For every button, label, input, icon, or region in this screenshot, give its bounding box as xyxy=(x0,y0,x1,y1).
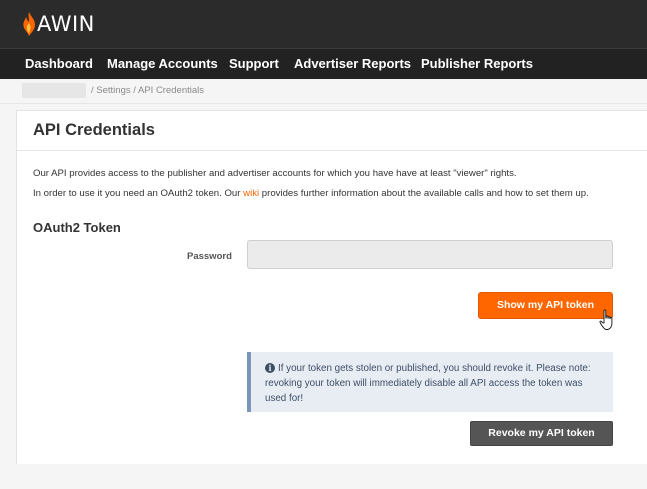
intro-text: Our API provides access to the publisher… xyxy=(33,168,517,179)
usage-text: In order to use it you need an OAuth2 to… xyxy=(33,188,589,199)
revoke-api-token-button[interactable]: Revoke my API token xyxy=(470,421,613,446)
main-nav: Dashboard Manage Accounts Support Advert… xyxy=(0,48,647,79)
top-header: AWIN xyxy=(0,0,647,48)
brand-name: AWIN xyxy=(37,12,95,36)
nav-support[interactable]: Support xyxy=(229,56,279,71)
card-divider xyxy=(17,150,647,151)
show-api-token-button[interactable]: Show my API token xyxy=(478,292,613,319)
nav-dashboard[interactable]: Dashboard xyxy=(25,56,93,71)
usage-prefix: In order to use it you need an OAuth2 to… xyxy=(33,188,244,199)
breadcrumb-trail: / Settings / API Credentials xyxy=(91,85,205,96)
info-icon: i xyxy=(265,363,275,373)
password-label: Password xyxy=(187,251,232,262)
alert-text: If your token gets stolen or published, … xyxy=(265,363,591,404)
nav-advertiser-reports[interactable]: Advertiser Reports xyxy=(294,56,411,71)
usage-suffix: provides further information about the a… xyxy=(259,188,589,199)
breadcrumb-account-redacted[interactable] xyxy=(22,83,86,98)
nav-manage-accounts[interactable]: Manage Accounts xyxy=(107,56,218,71)
awin-logo[interactable]: AWIN xyxy=(22,11,95,37)
oauth-section-title: OAuth2 Token xyxy=(33,220,121,235)
page-title: API Credentials xyxy=(33,121,155,139)
password-field[interactable] xyxy=(247,240,613,269)
nav-publisher-reports[interactable]: Publisher Reports xyxy=(421,56,533,71)
hand-pointer-icon xyxy=(599,309,613,330)
breadcrumb: / Settings / API Credentials xyxy=(0,79,647,104)
wiki-link[interactable]: wiki xyxy=(243,188,259,199)
flame-icon xyxy=(23,12,35,36)
alert-message: i If your token gets stolen or published,… xyxy=(265,361,605,406)
